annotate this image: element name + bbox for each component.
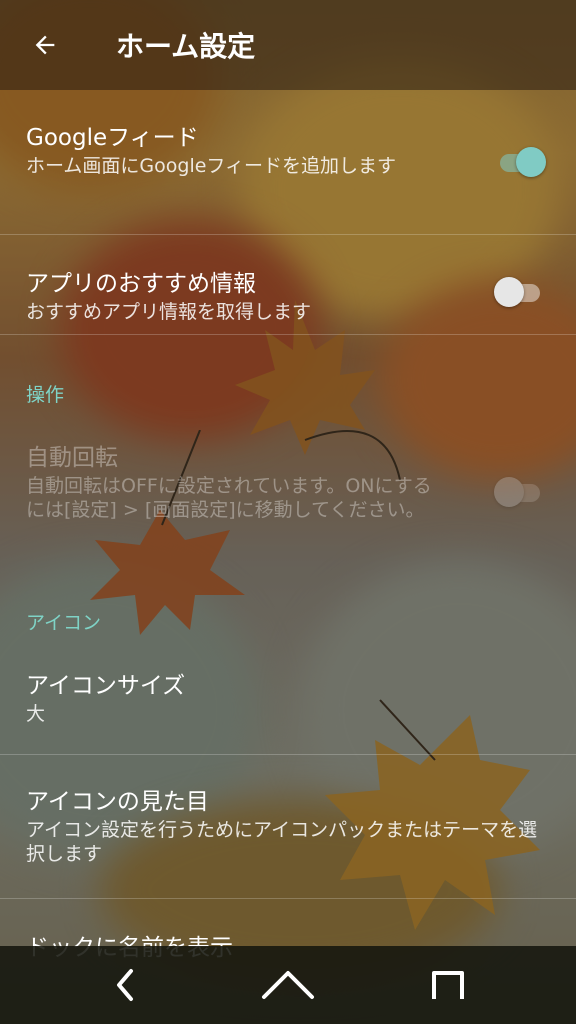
- setting-auto-rotate: 自動回転 自動回転はOFFに設定されています。ONにするには[設定] > [画面…: [0, 420, 576, 580]
- nav-recents-button[interactable]: [388, 946, 508, 1024]
- app-suggestions-switch[interactable]: [494, 274, 546, 310]
- setting-icon-size[interactable]: アイコンサイズ 大: [0, 646, 576, 755]
- nav-home-button[interactable]: [228, 946, 348, 1024]
- page-title: ホーム設定: [116, 30, 256, 63]
- nav-back-icon: [117, 969, 133, 1001]
- auto-rotate-switch: [494, 474, 546, 510]
- setting-summary: ホーム画面にGoogleフィードを追加します: [26, 155, 397, 177]
- setting-value: 大: [26, 703, 46, 725]
- nav-recents-icon: [432, 971, 464, 999]
- setting-title: 自動回転: [26, 445, 118, 471]
- arrow-back-icon: [35, 35, 55, 55]
- home-settings-screen: ホーム設定 Googleフィード ホーム画面にGoogleフィードを追加します …: [0, 0, 576, 1024]
- setting-title: アプリのおすすめ情報: [26, 271, 256, 297]
- back-button[interactable]: [0, 0, 90, 90]
- setting-title: Googleフィード: [26, 125, 199, 151]
- setting-title: アイコンの見た目: [26, 789, 209, 815]
- setting-summary: アイコン設定を行うためにアイコンパックまたはテーマを選択します: [26, 819, 538, 865]
- nav-home-icon: [262, 971, 314, 999]
- setting-app-suggestions[interactable]: アプリのおすすめ情報 おすすめアプリ情報を取得します: [0, 234, 576, 335]
- navigation-bar: [0, 946, 576, 1024]
- setting-title: アイコンサイズ: [26, 673, 186, 699]
- section-header-icons: アイコン: [26, 612, 102, 634]
- google-feed-switch[interactable]: [494, 144, 546, 180]
- setting-summary: 自動回転はOFFに設定されています。ONにするには[設定] > [画面設定]に移…: [26, 475, 432, 521]
- setting-google-feed[interactable]: Googleフィード ホーム画面にGoogleフィードを追加します: [0, 90, 576, 235]
- app-bar: ホーム設定: [0, 0, 576, 90]
- section-header-operation: 操作: [26, 384, 65, 406]
- setting-summary: おすすめアプリ情報を取得します: [26, 301, 312, 323]
- setting-icon-look[interactable]: アイコンの見た目 アイコン設定を行うためにアイコンパックまたはテーマを選択します: [0, 754, 576, 899]
- nav-back-button[interactable]: [66, 946, 186, 1024]
